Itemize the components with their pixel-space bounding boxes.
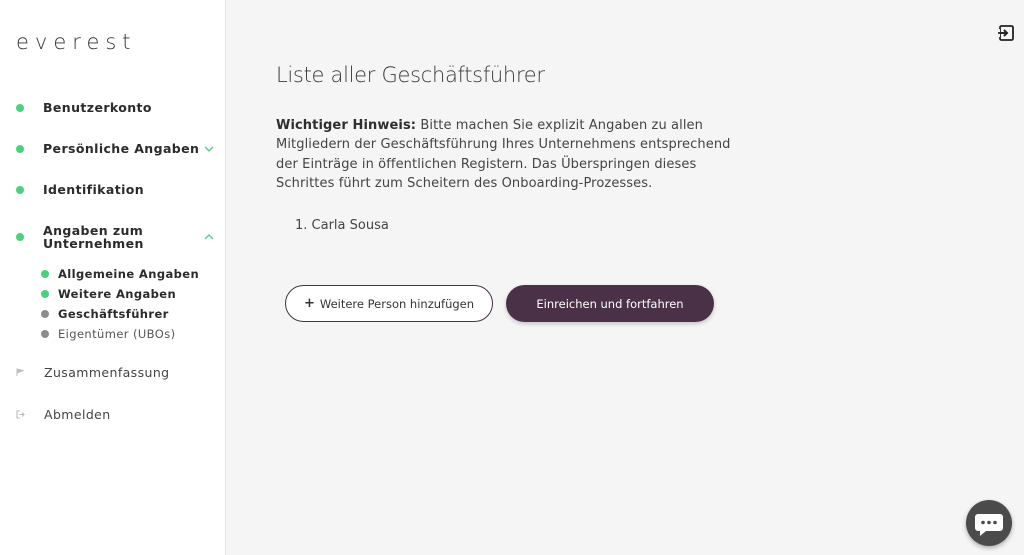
sidebar-item-benutzerkonto[interactable]: Benutzerkonto <box>16 101 216 114</box>
exit-icon[interactable] <box>997 24 1015 42</box>
sidebar-item-label: Abmelden <box>44 407 111 422</box>
sidebar-item-label: Angaben zum Unternehmen <box>43 223 144 251</box>
chevron-up-icon[interactable] <box>204 234 214 240</box>
sub-item-label: Allgemeine Angaben <box>58 267 200 281</box>
notice-label: Wichtiger Hinweis: <box>276 118 417 133</box>
submit-button[interactable]: Einreichen und fortfahren <box>506 285 714 322</box>
sidebar-item-persoenliche-angaben[interactable]: Persönliche Angaben <box>16 142 216 155</box>
chevron-down-icon[interactable] <box>204 146 214 152</box>
sidebar-item-label: Benutzerkonto <box>43 100 152 115</box>
sub-item-allgemeine-angaben[interactable]: Allgemeine Angaben <box>41 267 199 281</box>
status-dot-icon <box>41 270 49 278</box>
status-dot-icon <box>41 310 49 318</box>
sub-item-geschaeftsfuehrer[interactable]: Geschäftsführer <box>41 307 169 321</box>
sub-item-eigentuemer[interactable]: Eigentümer (UBOs) <box>41 327 176 341</box>
plus-icon: + <box>303 296 315 311</box>
flag-icon <box>16 368 25 376</box>
sub-item-label: Weitere Angaben <box>58 287 177 301</box>
check-dot-icon <box>16 144 24 153</box>
status-dot-icon <box>41 290 49 298</box>
check-dot-icon <box>16 185 24 194</box>
check-dot-icon <box>16 233 24 241</box>
sub-item-label: Geschäftsführer <box>58 307 169 321</box>
sidebar-item-zusammenfassung[interactable]: Zusammenfassung <box>16 365 170 380</box>
sub-item-weitere-angaben[interactable]: Weitere Angaben <box>41 287 176 301</box>
sidebar-item-label: Zusammenfassung <box>44 365 170 380</box>
logout-icon <box>16 410 25 419</box>
sidebar-item-label: Identifikation <box>43 182 145 197</box>
sidebar-item-abmelden[interactable]: Abmelden <box>16 407 111 422</box>
logo: everest <box>16 30 137 54</box>
status-dot-icon <box>41 330 49 338</box>
chat-icon <box>975 514 1003 536</box>
sidebar-item-angaben-unternehmen[interactable]: Angaben zum Unternehmen <box>16 224 216 250</box>
page-title: Liste aller Geschäftsführer <box>276 63 545 87</box>
list-item[interactable]: 1. Carla Sousa <box>295 218 389 233</box>
check-dot-icon <box>16 103 24 112</box>
chat-button[interactable] <box>966 500 1012 546</box>
add-person-button[interactable]: + Weitere Person hinzufügen <box>285 285 493 322</box>
sidebar-item-identifikation[interactable]: Identifikation <box>16 183 216 196</box>
add-person-label: Weitere Person hinzufügen <box>319 296 475 311</box>
sub-item-label: Eigentümer (UBOs) <box>58 327 176 341</box>
sidebar: everest Benutzerkonto Persönliche Angabe… <box>0 0 226 555</box>
important-notice: Wichtiger Hinweis: Bitte machen Sie expl… <box>276 116 736 193</box>
sidebar-item-label: Persönliche Angaben <box>43 141 200 156</box>
